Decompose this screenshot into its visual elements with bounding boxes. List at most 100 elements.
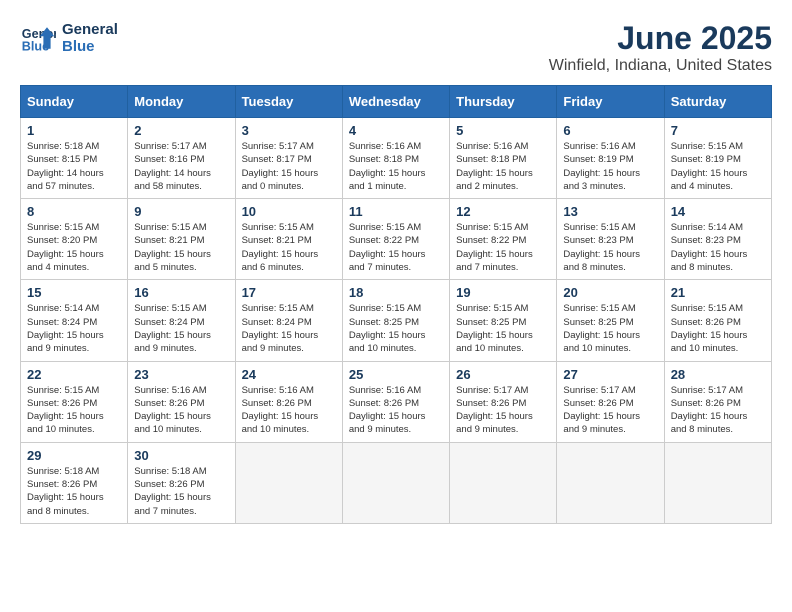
calendar-header-thursday: Thursday	[450, 86, 557, 118]
calendar-header-friday: Friday	[557, 86, 664, 118]
calendar-cell: 9Sunrise: 5:15 AM Sunset: 8:21 PM Daylig…	[128, 199, 235, 280]
day-number: 14	[671, 204, 765, 219]
day-number: 26	[456, 367, 550, 382]
page-title: June 2025	[549, 20, 772, 57]
calendar-cell: 25 Sunrise: 5:16 AM Sunset: 8:26 PM Dayli…	[342, 361, 449, 442]
day-number: 10	[242, 204, 336, 219]
title-area: June 2025 Winfield, Indiana, United Stat…	[549, 20, 772, 75]
calendar-week-3: 15 Sunrise: 5:14 AM Sunset: 8:24 PM Dayli…	[21, 280, 772, 361]
day-number: 29	[27, 448, 121, 463]
day-info: Sunrise: 5:18 AM Sunset: 8:26 PM Dayligh…	[27, 465, 121, 518]
day-number: 21	[671, 285, 765, 300]
day-info: Sunrise: 5:16 AM Sunset: 8:19 PM Dayligh…	[563, 140, 657, 193]
calendar-cell: 19 Sunrise: 5:15 AM Sunset: 8:25 PM Dayli…	[450, 280, 557, 361]
day-number: 4	[349, 123, 443, 138]
calendar-header-saturday: Saturday	[664, 86, 771, 118]
calendar-cell	[450, 442, 557, 523]
day-number: 25	[349, 367, 443, 382]
day-info: Sunrise: 5:15 AM Sunset: 8:21 PM Dayligh…	[134, 221, 228, 274]
day-info: Sunrise: 5:18 AM Sunset: 8:26 PM Dayligh…	[134, 465, 228, 518]
calendar-cell: 20Sunrise: 5:15 AM Sunset: 8:25 PM Dayli…	[557, 280, 664, 361]
day-info: Sunrise: 5:15 AM Sunset: 8:24 PM Dayligh…	[242, 302, 336, 355]
logo-line1: General	[62, 21, 118, 38]
day-info: Sunrise: 5:15 AM Sunset: 8:22 PM Dayligh…	[456, 221, 550, 274]
calendar-table: SundayMondayTuesdayWednesdayThursdayFrid…	[20, 85, 772, 524]
day-info: Sunrise: 5:17 AM Sunset: 8:16 PM Dayligh…	[134, 140, 228, 193]
calendar-cell: 5Sunrise: 5:16 AM Sunset: 8:18 PM Daylig…	[450, 118, 557, 199]
day-info: Sunrise: 5:15 AM Sunset: 8:22 PM Dayligh…	[349, 221, 443, 274]
calendar-cell	[557, 442, 664, 523]
calendar-cell	[235, 442, 342, 523]
calendar-cell: 8 Sunrise: 5:15 AM Sunset: 8:20 PM Daylig…	[21, 199, 128, 280]
day-info: Sunrise: 5:16 AM Sunset: 8:26 PM Dayligh…	[242, 384, 336, 437]
day-info: Sunrise: 5:16 AM Sunset: 8:26 PM Dayligh…	[349, 384, 443, 437]
day-number: 19	[456, 285, 550, 300]
calendar-cell: 30 Sunrise: 5:18 AM Sunset: 8:26 PM Dayli…	[128, 442, 235, 523]
calendar-cell: 2 Sunrise: 5:17 AM Sunset: 8:16 PM Daylig…	[128, 118, 235, 199]
calendar-cell: 28 Sunrise: 5:17 AM Sunset: 8:26 PM Dayli…	[664, 361, 771, 442]
day-number: 15	[27, 285, 121, 300]
day-info: Sunrise: 5:16 AM Sunset: 8:26 PM Dayligh…	[134, 384, 228, 437]
calendar-cell: 22 Sunrise: 5:15 AM Sunset: 8:26 PM Dayli…	[21, 361, 128, 442]
calendar-header-wednesday: Wednesday	[342, 86, 449, 118]
day-number: 28	[671, 367, 765, 382]
day-number: 24	[242, 367, 336, 382]
day-number: 6	[563, 123, 657, 138]
calendar-week-1: 1Sunrise: 5:18 AM Sunset: 8:15 PM Daylig…	[21, 118, 772, 199]
calendar-week-5: 29 Sunrise: 5:18 AM Sunset: 8:26 PM Dayli…	[21, 442, 772, 523]
day-info: Sunrise: 5:17 AM Sunset: 8:17 PM Dayligh…	[242, 140, 336, 193]
calendar-header-tuesday: Tuesday	[235, 86, 342, 118]
calendar-cell: 12 Sunrise: 5:15 AM Sunset: 8:22 PM Dayli…	[450, 199, 557, 280]
calendar-cell: 15 Sunrise: 5:14 AM Sunset: 8:24 PM Dayli…	[21, 280, 128, 361]
calendar-cell	[342, 442, 449, 523]
day-info: Sunrise: 5:17 AM Sunset: 8:26 PM Dayligh…	[456, 384, 550, 437]
day-number: 12	[456, 204, 550, 219]
calendar-cell: 10 Sunrise: 5:15 AM Sunset: 8:21 PM Dayli…	[235, 199, 342, 280]
day-number: 7	[671, 123, 765, 138]
calendar-cell: 1Sunrise: 5:18 AM Sunset: 8:15 PM Daylig…	[21, 118, 128, 199]
day-number: 27	[563, 367, 657, 382]
header: General Blue General Blue June 2025 Winf…	[20, 20, 772, 75]
day-number: 5	[456, 123, 550, 138]
day-number: 22	[27, 367, 121, 382]
day-info: Sunrise: 5:15 AM Sunset: 8:25 PM Dayligh…	[563, 302, 657, 355]
day-info: Sunrise: 5:15 AM Sunset: 8:26 PM Dayligh…	[27, 384, 121, 437]
day-info: Sunrise: 5:14 AM Sunset: 8:24 PM Dayligh…	[27, 302, 121, 355]
day-number: 3	[242, 123, 336, 138]
day-number: 30	[134, 448, 228, 463]
day-info: Sunrise: 5:15 AM Sunset: 8:23 PM Dayligh…	[563, 221, 657, 274]
day-info: Sunrise: 5:14 AM Sunset: 8:23 PM Dayligh…	[671, 221, 765, 274]
day-info: Sunrise: 5:15 AM Sunset: 8:21 PM Dayligh…	[242, 221, 336, 274]
calendar-cell: 6 Sunrise: 5:16 AM Sunset: 8:19 PM Daylig…	[557, 118, 664, 199]
calendar-cell: 21 Sunrise: 5:15 AM Sunset: 8:26 PM Dayli…	[664, 280, 771, 361]
day-info: Sunrise: 5:15 AM Sunset: 8:24 PM Dayligh…	[134, 302, 228, 355]
logo: General Blue General Blue	[20, 20, 118, 56]
calendar-body: 1Sunrise: 5:18 AM Sunset: 8:15 PM Daylig…	[21, 118, 772, 524]
calendar-header-monday: Monday	[128, 86, 235, 118]
calendar-cell: 18Sunrise: 5:15 AM Sunset: 8:25 PM Dayli…	[342, 280, 449, 361]
calendar-cell: 16Sunrise: 5:15 AM Sunset: 8:24 PM Dayli…	[128, 280, 235, 361]
calendar-header-sunday: Sunday	[21, 86, 128, 118]
day-number: 23	[134, 367, 228, 382]
calendar-cell: 14 Sunrise: 5:14 AM Sunset: 8:23 PM Dayli…	[664, 199, 771, 280]
calendar-week-4: 22 Sunrise: 5:15 AM Sunset: 8:26 PM Dayli…	[21, 361, 772, 442]
logo-line2: Blue	[62, 38, 118, 55]
logo-icon: General Blue	[20, 20, 56, 56]
calendar-cell: 29 Sunrise: 5:18 AM Sunset: 8:26 PM Dayli…	[21, 442, 128, 523]
calendar-cell: 23 Sunrise: 5:16 AM Sunset: 8:26 PM Dayli…	[128, 361, 235, 442]
day-info: Sunrise: 5:16 AM Sunset: 8:18 PM Dayligh…	[349, 140, 443, 193]
header-row: SundayMondayTuesdayWednesdayThursdayFrid…	[21, 86, 772, 118]
day-number: 17	[242, 285, 336, 300]
day-info: Sunrise: 5:18 AM Sunset: 8:15 PM Dayligh…	[27, 140, 121, 193]
day-info: Sunrise: 5:15 AM Sunset: 8:20 PM Dayligh…	[27, 221, 121, 274]
day-number: 2	[134, 123, 228, 138]
day-info: Sunrise: 5:15 AM Sunset: 8:25 PM Dayligh…	[349, 302, 443, 355]
day-number: 8	[27, 204, 121, 219]
calendar-cell: 27Sunrise: 5:17 AM Sunset: 8:26 PM Dayli…	[557, 361, 664, 442]
calendar-week-2: 8 Sunrise: 5:15 AM Sunset: 8:20 PM Daylig…	[21, 199, 772, 280]
calendar-cell	[664, 442, 771, 523]
day-info: Sunrise: 5:15 AM Sunset: 8:26 PM Dayligh…	[671, 302, 765, 355]
day-info: Sunrise: 5:15 AM Sunset: 8:25 PM Dayligh…	[456, 302, 550, 355]
day-info: Sunrise: 5:15 AM Sunset: 8:19 PM Dayligh…	[671, 140, 765, 193]
day-info: Sunrise: 5:17 AM Sunset: 8:26 PM Dayligh…	[671, 384, 765, 437]
